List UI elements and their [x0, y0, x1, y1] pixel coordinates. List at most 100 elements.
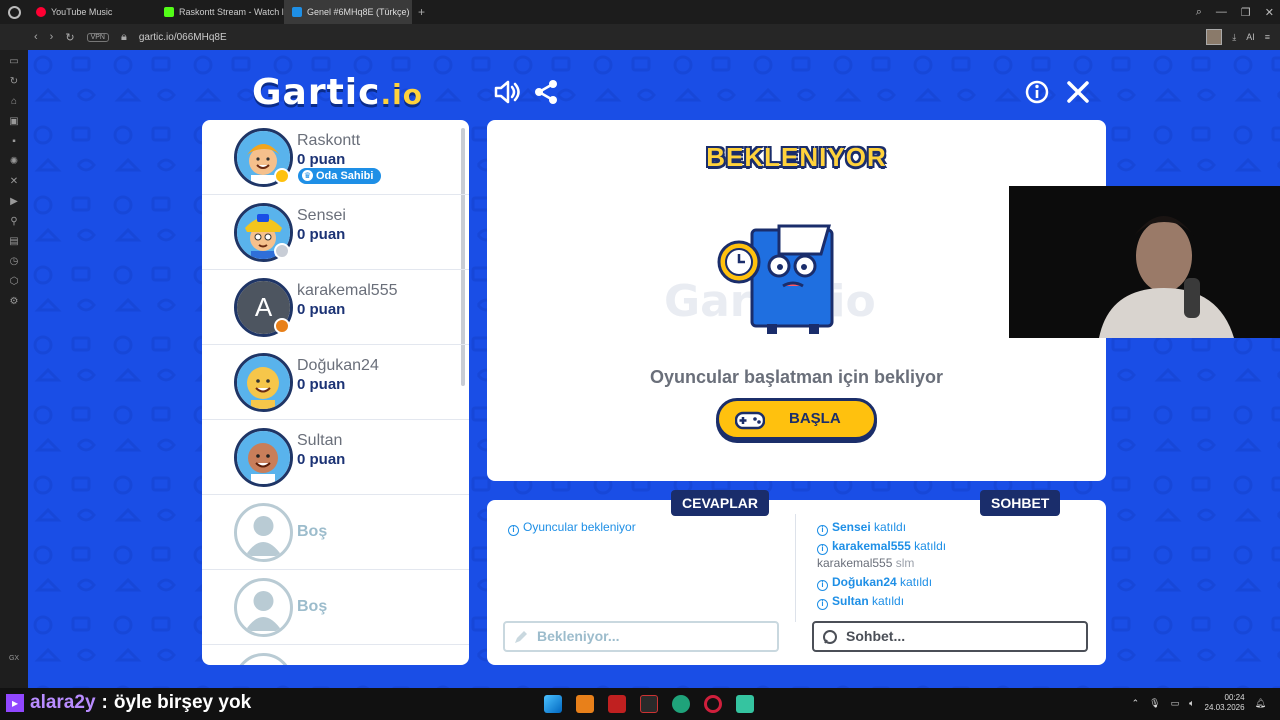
players-list: Raskontt 0 puan ♛ Oda Sahibi Sensei 0 pua… — [202, 120, 469, 665]
chevron-up-icon[interactable]: ⌃ — [1132, 698, 1140, 709]
clock[interactable]: 00:24 24.03.2026 — [1205, 693, 1245, 713]
close-window-icon[interactable]: ✕ — [1265, 6, 1274, 19]
tab-gartic[interactable]: Genel #6MHq8E (Türkçe) — [284, 0, 412, 24]
gamepad-icon — [735, 411, 765, 430]
chat-user: karakemal555 — [832, 539, 911, 553]
reload-icon[interactable]: ↻ — [65, 31, 74, 44]
edge-icon[interactable] — [672, 695, 690, 713]
crown-icon: ♛ — [302, 170, 313, 181]
vpn-badge[interactable]: VPN — [86, 32, 109, 42]
message-text: katıldı — [914, 539, 947, 553]
chat-input[interactable]: Sohbet... — [812, 621, 1088, 652]
empty-avatar — [234, 578, 293, 637]
sidebar-bag-icon[interactable]: ⌂ — [8, 96, 20, 108]
sidebar-m-icon[interactable]: ▪ — [8, 136, 20, 148]
app-icon-f[interactable] — [576, 695, 594, 713]
gartic-logo[interactable]: Gartic.io — [252, 72, 423, 113]
sidebar-history-icon[interactable]: ◷ — [8, 256, 20, 268]
sound-icon[interactable] — [492, 78, 520, 106]
info-icon: i — [817, 525, 828, 536]
sidebar-wallet-icon[interactable]: ▤ — [8, 236, 20, 248]
player-row[interactable]: Doğukan24 0 puan — [202, 345, 469, 420]
player-name: Raskontt — [297, 132, 361, 149]
player-name: Sensei — [297, 207, 346, 224]
info-icon: i — [508, 525, 519, 536]
opera-gx-icon[interactable] — [704, 695, 722, 713]
sidebar-settings-icon[interactable]: ⚙ — [8, 296, 20, 308]
address-bar-actions: ⤓ AI ≡ — [1206, 24, 1270, 50]
forward-icon[interactable]: › — [50, 31, 54, 43]
player-row[interactable]: Sultan 0 puan — [202, 420, 469, 495]
message-text: katıldı — [874, 520, 907, 534]
tab-raskontt-stream[interactable]: Raskontt Stream - Watch l — [156, 0, 284, 24]
info-icon: i — [817, 599, 828, 610]
taskbar: ▸ alara2y : öyle birşey yok ⌃ 🎙︎ ▭ 🔈︎ 00… — [0, 688, 1280, 720]
microphone-icon[interactable]: 🎙︎ — [1149, 698, 1160, 709]
url-field[interactable]: gartic.io/066MHq8E — [139, 32, 227, 43]
chat-message: karakemal555 slm — [817, 556, 914, 570]
minimize-icon[interactable]: — — [1216, 6, 1227, 18]
sidebar-chatgpt-icon[interactable]: ✺ — [8, 156, 20, 168]
player-row[interactable]: Raskontt 0 puan ♛ Oda Sahibi — [202, 120, 469, 195]
network-icon[interactable]: ▭ — [1171, 698, 1180, 709]
sidebar-x-icon[interactable]: ✕ — [8, 176, 20, 188]
player-points: 0 puan — [297, 226, 346, 243]
sidebar-player-icon[interactable]: ▶ — [8, 196, 20, 208]
empty-slot-label: Boş — [297, 598, 328, 615]
app-icon-nx[interactable] — [640, 695, 658, 713]
maximize-icon[interactable]: ❐ — [1241, 6, 1251, 19]
sidebar-refresh-icon[interactable]: ↻ — [8, 76, 20, 88]
player-points: 0 puan — [297, 451, 346, 468]
app-icon-chat[interactable] — [736, 695, 754, 713]
panel-divider — [795, 514, 796, 622]
chat-overlay-separator: : — [101, 692, 108, 713]
player-row[interactable]: Sensei 0 puan — [202, 195, 469, 270]
app-icon-sw[interactable] — [608, 695, 626, 713]
tab-youtube-music[interactable]: YouTube Music — [28, 0, 156, 24]
profile-avatar[interactable] — [1206, 29, 1223, 45]
answer-input[interactable]: Bekleniyor... — [503, 621, 779, 652]
system-tray: ⌃ 🎙︎ ▭ 🔈︎ 00:24 24.03.2026 🔔︎ — [1132, 693, 1266, 713]
share-icon[interactable] — [532, 78, 560, 106]
chat-message: i karakemal555 katıldı — [817, 539, 946, 555]
empty-avatar — [234, 503, 293, 562]
answers-header: CEVAPLAR — [671, 490, 769, 516]
logo-suffix: .io — [380, 78, 423, 111]
room-owner-badge: ♛ Oda Sahibi — [298, 168, 382, 184]
back-icon[interactable]: ‹ — [34, 31, 38, 43]
opera-menu-icon[interactable] — [0, 0, 28, 24]
webcam-overlay — [1009, 186, 1280, 338]
answers-chat-panel: CEVAPLAR SOHBET i Oyuncular bekleniyor iS… — [487, 490, 1106, 665]
volume-icon[interactable]: 🔈︎ — [1189, 698, 1194, 709]
player-row[interactable]: A karakemal555 0 puan — [202, 270, 469, 345]
tab-label: Raskontt Stream - Watch l — [179, 7, 284, 17]
ai-button[interactable]: AI — [1246, 32, 1255, 42]
notifications-icon[interactable]: 🔔︎ — [1255, 698, 1266, 709]
start-button[interactable]: BAŞLA — [716, 398, 877, 440]
new-tab-button[interactable]: + — [412, 5, 431, 19]
status-dot — [274, 243, 290, 259]
sidebar-extensions-icon[interactable]: ⬡ — [8, 276, 20, 288]
clock-date: 24.03.2026 — [1204, 703, 1245, 712]
window-controls: ⌕ — ❐ ✕ — [1196, 0, 1274, 24]
status-title: BEKLENIYOR — [706, 142, 887, 172]
close-icon[interactable] — [1064, 78, 1092, 106]
player-name: karakemal555 — [297, 282, 398, 299]
sidebar-cube-icon[interactable]: ▣ — [8, 116, 20, 128]
search-tabs-icon[interactable]: ⌕ — [1196, 6, 1202, 19]
avatar — [234, 428, 293, 487]
player-points: 0 puan — [297, 376, 346, 393]
status-dot — [274, 318, 290, 334]
download-icon[interactable]: ⤓ — [1232, 32, 1236, 43]
youtube-music-icon — [36, 7, 46, 17]
chat-header: SOHBET — [980, 490, 1061, 516]
info-icon[interactable] — [1023, 78, 1051, 106]
empty-slot-label: Boş — [297, 523, 328, 540]
menu-icon[interactable]: ≡ — [1265, 32, 1270, 42]
info-icon: i — [817, 544, 828, 555]
sidebar-pin-icon[interactable]: ⚲ — [8, 216, 20, 228]
windows-start-icon[interactable] — [544, 695, 562, 713]
answers-message: i Oyuncular bekleniyor — [508, 520, 636, 536]
sidebar-messenger-icon[interactable]: ▭ — [8, 56, 20, 68]
chat-message: i Doğukan24 katıldı — [817, 575, 932, 591]
